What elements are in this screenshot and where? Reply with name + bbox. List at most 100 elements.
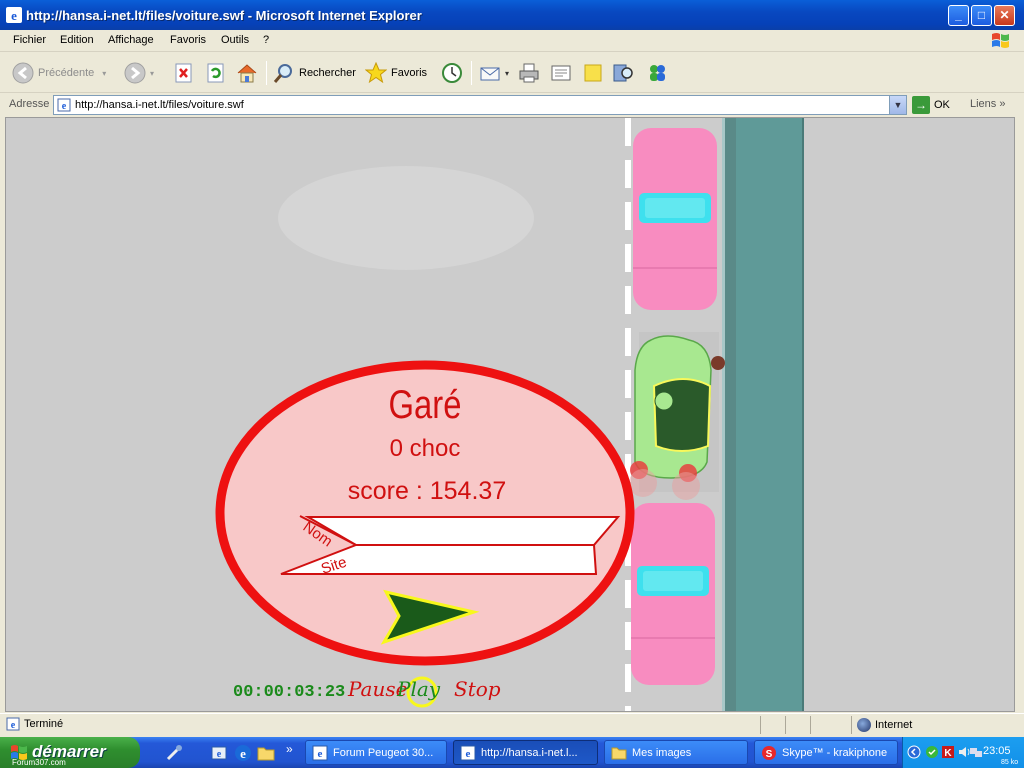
page-content: Garé 0 choc score : 154.37 Nom Site 00:0…	[5, 117, 1015, 712]
search-icon	[273, 64, 292, 83]
system-tray: K 23:05 85 ko	[902, 737, 1024, 768]
stop-button[interactable]	[173, 61, 199, 85]
svg-text:e: e	[11, 8, 17, 23]
svg-text:e: e	[11, 720, 16, 731]
menu-help[interactable]: ?	[263, 34, 269, 46]
quicklaunch-folder-icon[interactable]	[257, 744, 275, 762]
edit-button[interactable]	[550, 61, 576, 85]
ie-task-icon: e	[312, 745, 328, 760]
refresh-button[interactable]	[205, 61, 231, 85]
timer: 00:00:03:23	[233, 683, 345, 702]
svg-text:e: e	[240, 746, 246, 761]
history-button[interactable]	[441, 61, 467, 85]
links-label: Liens	[970, 98, 997, 110]
clock[interactable]: 23:05	[983, 745, 1011, 757]
page-done-icon: e	[6, 717, 20, 731]
address-dropdown-icon[interactable]: ▼	[889, 96, 906, 114]
menu-fichier[interactable]: Fichier	[13, 34, 46, 46]
status-divider	[851, 716, 852, 734]
title-bar: e http://hansa.i-net.lt/files/voiture.sw…	[0, 0, 1024, 30]
tray-expand-icon[interactable]	[907, 745, 921, 759]
menu-favoris[interactable]: Favoris	[170, 34, 206, 46]
task-label: Skype™ - krakiphone	[782, 746, 888, 759]
security-zone: Internet	[857, 718, 912, 732]
forward-dropdown-icon[interactable]: ▾	[150, 69, 154, 78]
research-button[interactable]	[612, 61, 638, 85]
menu-affichage[interactable]: Affichage	[108, 34, 154, 46]
skype-icon: S	[762, 745, 776, 760]
home-icon	[237, 64, 257, 83]
home-button[interactable]	[236, 61, 262, 85]
player-car	[629, 332, 725, 500]
parking-game[interactable]: Garé 0 choc score : 154.37 Nom Site 00:0…	[6, 118, 1015, 712]
stop-game-button[interactable]: Stop	[454, 677, 501, 701]
messenger-button[interactable]	[646, 61, 672, 85]
go-button[interactable]: → OK	[912, 96, 950, 114]
task-mes-images[interactable]: Mes images	[604, 740, 748, 765]
status-bar: e Terminé Internet	[0, 713, 1024, 735]
taskbar: démarrer Forum307.com e e » e Forum Peug…	[0, 737, 1024, 768]
shock-count: 0 choc	[390, 435, 461, 462]
links-chevron-icon: »	[999, 98, 1006, 110]
messenger-icon	[650, 65, 665, 81]
mail-button[interactable]: ▾	[479, 61, 509, 85]
parked-car-top	[633, 128, 717, 310]
back-arrow-icon	[12, 62, 34, 84]
close-button[interactable]: ✕	[994, 5, 1015, 26]
maximize-button[interactable]: □	[971, 5, 992, 26]
quicklaunch-more-icon[interactable]: »	[286, 742, 293, 756]
quicklaunch-ie-icon[interactable]: e	[234, 744, 252, 762]
play-button[interactable]: Play	[396, 677, 441, 701]
svg-text:e: e	[62, 101, 67, 112]
menu-bar: Fichier Edition Affichage Favoris Outils…	[0, 30, 1024, 52]
minimize-button[interactable]: _	[948, 5, 969, 26]
task-hansa-ie[interactable]: e http://hansa.i-net.l...	[453, 740, 598, 765]
faint-spot	[278, 166, 534, 270]
star-icon	[365, 62, 387, 84]
antivirus-k-icon[interactable]: K	[941, 745, 955, 759]
task-skype[interactable]: S Skype™ - krakiphone	[754, 740, 898, 765]
check-shield-icon[interactable]	[925, 745, 939, 759]
toolbar-separator	[266, 61, 267, 85]
address-bar: Adresse e http://hansa.i-net.lt/files/vo…	[0, 94, 1024, 116]
folder-task-icon	[611, 747, 627, 759]
address-url: http://hansa.i-net.lt/files/voiture.swf	[75, 99, 244, 111]
favorites-button[interactable]: Favoris	[365, 61, 427, 85]
forward-arrow-icon	[124, 62, 146, 84]
back-button[interactable]: Précédente ▾	[12, 61, 106, 85]
research-icon	[613, 64, 633, 82]
menu-outils[interactable]: Outils	[221, 34, 249, 46]
mail-dropdown-icon[interactable]: ▾	[505, 69, 509, 78]
back-dropdown-icon[interactable]: ▾	[102, 69, 106, 78]
address-field[interactable]: e http://hansa.i-net.lt/files/voiture.sw…	[53, 95, 907, 115]
print-button[interactable]	[518, 61, 544, 85]
search-button[interactable]: Rechercher	[273, 61, 356, 85]
page-icon: e	[57, 98, 71, 112]
refresh-icon	[207, 63, 224, 83]
svg-text:e: e	[318, 748, 323, 760]
task-label: Forum Peugeot 30...	[333, 746, 434, 759]
globe-icon	[857, 718, 871, 732]
network-icon[interactable]	[969, 745, 983, 759]
svg-text:K: K	[944, 748, 952, 759]
status-text: Terminé	[24, 718, 64, 730]
zone-label: Internet	[875, 719, 913, 731]
result-title: Garé	[389, 382, 462, 427]
quicklaunch-tool-icon[interactable]	[165, 744, 183, 762]
search-label: Rechercher	[299, 67, 356, 79]
forward-button[interactable]: ▾	[124, 61, 154, 85]
menu-edition[interactable]: Edition	[60, 34, 94, 46]
note-icon	[584, 64, 602, 82]
quicklaunch-outlook-icon[interactable]: e	[210, 744, 228, 762]
links-button[interactable]: Liens »	[970, 98, 1005, 110]
task-forum-peugeot[interactable]: e Forum Peugeot 30...	[305, 740, 447, 765]
start-button[interactable]: démarrer Forum307.com	[0, 737, 140, 768]
address-label: Adresse	[9, 98, 50, 110]
favorites-label: Favoris	[391, 67, 428, 79]
discuss-button[interactable]	[582, 61, 608, 85]
task-label: Mes images	[632, 746, 692, 759]
watermark: Forum307.com	[12, 758, 66, 767]
ie-logo-icon: e	[6, 7, 22, 23]
svg-text:S: S	[766, 749, 773, 760]
history-icon	[442, 63, 462, 83]
